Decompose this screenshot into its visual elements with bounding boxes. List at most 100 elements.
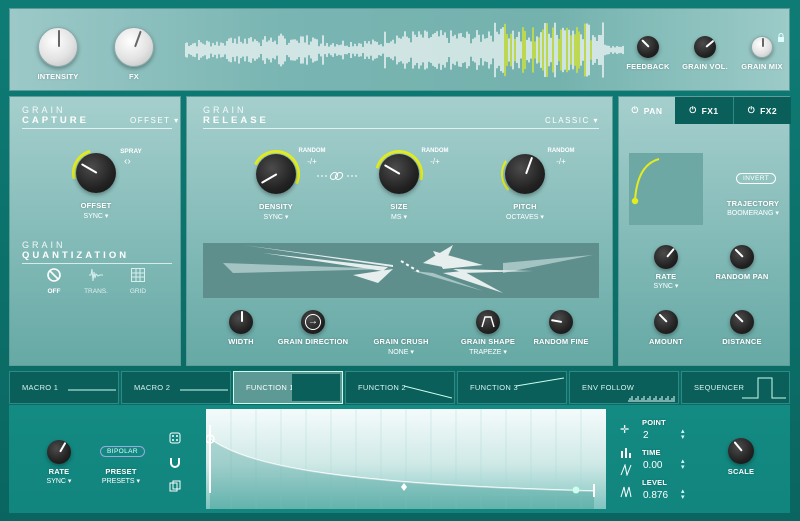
density-random-value[interactable]: -/+ <box>301 157 323 166</box>
function-rate-sync-dropdown[interactable]: SYNC ▾ <box>29 477 89 485</box>
size-ms-dropdown[interactable]: MS ▾ <box>369 213 429 221</box>
release-title: GRAIN RELEASE <box>203 105 269 126</box>
grain-vol-knob[interactable] <box>694 36 716 58</box>
spray-label: SPRAY <box>120 148 142 155</box>
grain-shape-label: GRAIN SHAPE <box>460 337 516 346</box>
size-knob[interactable] <box>379 154 419 194</box>
power-icon: ⏻ <box>747 105 756 115</box>
preset-dropdown[interactable]: PRESETS ▾ <box>91 477 151 485</box>
mod-slot-function-2[interactable]: FUNCTION 2 <box>345 371 455 404</box>
bipolar-button[interactable]: BIPOLAR <box>100 446 145 457</box>
level-value[interactable]: 0.876 <box>643 490 668 501</box>
capture-title: GRAIN CAPTURE <box>22 105 89 126</box>
intensity-knob[interactable] <box>38 27 78 67</box>
function-rate-knob[interactable] <box>47 440 71 464</box>
mod-slot-sequencer[interactable]: SEQUENCER <box>681 371 790 404</box>
random-fine-knob[interactable] <box>549 310 573 334</box>
distance-knob[interactable] <box>730 310 754 334</box>
trajectory-label: TRAJECTORY <box>726 199 780 208</box>
point-value[interactable]: 2 <box>643 430 649 441</box>
width-knob[interactable] <box>229 310 253 334</box>
curve-icon[interactable] <box>620 463 634 481</box>
step-curve-icon[interactable] <box>620 485 634 503</box>
mod-slot-function-3[interactable]: FUNCTION 3 <box>457 371 567 404</box>
trajectory-dropdown[interactable]: BOOMERANG ▾ <box>717 209 789 217</box>
pan-rate-knob[interactable] <box>654 245 678 269</box>
time-value[interactable]: 0.00 <box>643 460 662 471</box>
feedback-knob[interactable] <box>637 36 659 58</box>
mod-slot-env-follow[interactable]: ENV FOLLOW <box>569 371 679 404</box>
mod-slot-macro-1[interactable]: MACRO 1 <box>9 371 119 404</box>
link-icon[interactable] <box>317 170 357 185</box>
spray-arrows-icon[interactable]: ‹› <box>124 156 131 167</box>
grain-mix-label: GRAIN MIX <box>741 62 783 71</box>
invert-button[interactable]: INVERT <box>736 173 777 184</box>
tab-pan[interactable]: ⏻ PAN <box>619 97 675 124</box>
quant-off-button[interactable]: OFF <box>42 267 66 295</box>
density-random-label: RANDOM <box>298 148 326 154</box>
level-stepper-icon[interactable]: ▴ ▾ <box>681 488 685 501</box>
function-envelope-editor[interactable] <box>206 409 606 509</box>
bars-icon[interactable] <box>620 445 634 463</box>
scale-knob[interactable] <box>728 438 754 464</box>
quant-trans-button[interactable]: TRANS. <box>82 267 110 295</box>
tab-fx1[interactable]: ⏻ FX1 <box>675 97 733 124</box>
envelope-point-end[interactable] <box>572 486 580 494</box>
random-pan-knob[interactable] <box>730 245 754 269</box>
grain-crush-dropdown[interactable]: NONE ▾ <box>361 348 441 356</box>
density-sync-dropdown[interactable]: SYNC ▾ <box>246 213 306 221</box>
waveform-bars <box>185 22 624 78</box>
fx-label: FX <box>129 72 139 81</box>
grain-mix-knob[interactable] <box>751 36 773 58</box>
mod-slot-function-1[interactable]: FUNCTION 1 <box>233 371 343 404</box>
quant-grid-button[interactable]: GRID <box>126 267 150 295</box>
chevron-down-icon: ▾ <box>170 116 180 125</box>
env-follow-wave <box>628 396 675 402</box>
amount-knob[interactable] <box>654 310 678 334</box>
function-2-curve <box>404 385 452 399</box>
grain-direction-button[interactable]: → <box>301 310 325 334</box>
app-window: INTENSITY FX FEEDBACK GRAIN VOL. GRAIN M… <box>0 0 800 521</box>
pitch-octaves-dropdown[interactable]: OCTAVES ▾ <box>495 213 555 221</box>
grain-vol-label: GRAIN VOL. <box>682 62 728 71</box>
width-label: WIDTH <box>228 337 254 346</box>
offset-knob[interactable] <box>76 153 116 193</box>
pan-rate-sync-dropdown[interactable]: SYNC ▾ <box>636 282 696 290</box>
amount-label: AMOUNT <box>648 337 684 346</box>
grain-capture-panel: GRAIN CAPTURE OFFSET ▾ SPRAY ‹› OFFSET S… <box>9 96 181 366</box>
add-point-icon[interactable]: ✛ <box>620 423 629 436</box>
function-rate-label: RATE <box>48 467 70 476</box>
function-editor: RATE SYNC ▾ BIPOLAR PRESET PRESETS ▾ ✛ P… <box>9 405 790 513</box>
preset-label: PRESET <box>105 467 137 476</box>
density-knob[interactable] <box>256 154 296 194</box>
pitch-knob[interactable] <box>505 154 545 194</box>
trajectory-pad[interactable] <box>629 153 703 225</box>
pitch-random-value[interactable]: -/+ <box>550 157 572 166</box>
level-label: LEVEL <box>642 478 668 487</box>
size-random-label: RANDOM <box>421 148 449 154</box>
random-pan-label: RANDOM PAN <box>715 272 769 281</box>
size-random-value[interactable]: -/+ <box>424 157 446 166</box>
point-stepper-icon[interactable]: ▴ ▾ <box>681 428 685 441</box>
random-fine-label: RANDOM FINE <box>533 337 589 346</box>
mod-slot-macro-2[interactable]: MACRO 2 <box>121 371 231 404</box>
waveform-display[interactable] <box>185 21 625 79</box>
grain-shape-button[interactable] <box>476 310 500 334</box>
dice-icon[interactable] <box>169 431 181 449</box>
lock-icon[interactable] <box>777 29 785 42</box>
density-label: DENSITY <box>259 202 293 211</box>
offset-sync-dropdown[interactable]: SYNC ▾ <box>66 212 126 220</box>
offset-label: OFFSET <box>80 201 112 210</box>
magnet-icon[interactable] <box>169 455 181 473</box>
copy-icon[interactable] <box>169 479 181 497</box>
release-title-underline <box>203 128 599 129</box>
quantization-underline <box>22 263 172 264</box>
tab-fx2[interactable]: ⏻ FX2 <box>733 97 791 124</box>
fx-knob[interactable] <box>114 27 154 67</box>
arrow-right-icon: → <box>305 314 321 330</box>
time-stepper-icon[interactable]: ▴ ▾ <box>681 458 685 471</box>
release-mode-dropdown[interactable]: CLASSIC ▾ <box>545 116 599 125</box>
capture-mode-dropdown[interactable]: OFFSET ▾ <box>130 116 180 125</box>
off-icon <box>47 268 61 282</box>
grain-shape-dropdown[interactable]: TRAPEZE ▾ <box>448 348 528 356</box>
